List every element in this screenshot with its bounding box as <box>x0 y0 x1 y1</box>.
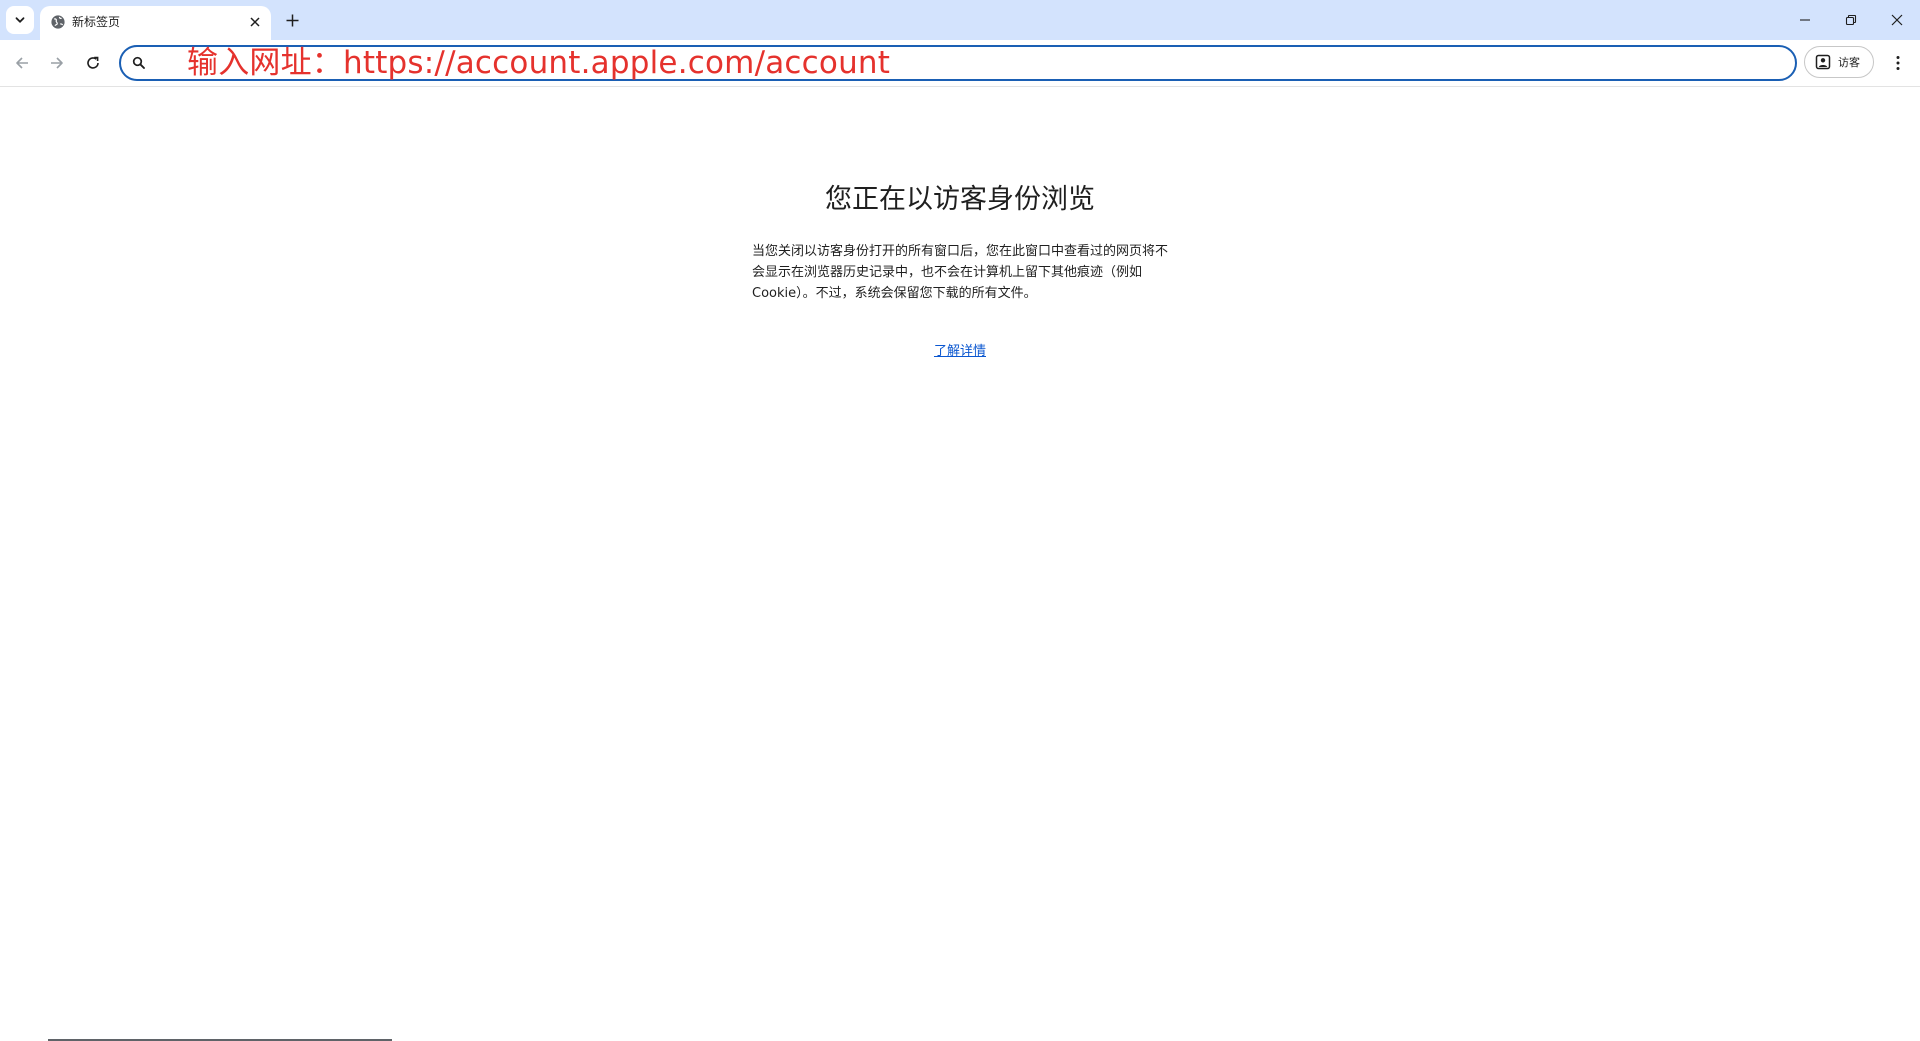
toolbar: 输入网址：https://account.apple.com/account 访… <box>0 40 1920 87</box>
search-icon <box>132 56 145 69</box>
guest-profile-button[interactable]: 访客 <box>1804 46 1874 78</box>
tab-search-button[interactable] <box>6 6 34 34</box>
guest-label: 访客 <box>1838 56 1860 69</box>
address-input[interactable]: 输入网址：https://account.apple.com/account <box>187 47 1767 79</box>
more-vert-icon <box>1896 56 1900 70</box>
restore-button[interactable] <box>1828 0 1874 40</box>
close-icon <box>250 17 260 27</box>
browser-menu-button[interactable] <box>1884 49 1912 77</box>
tab-strip: 新标签页 <box>0 0 1920 40</box>
page-title: 您正在以访客身份浏览 <box>825 184 1095 215</box>
reload-button[interactable] <box>79 49 107 77</box>
back-arrow-icon <box>16 57 28 69</box>
close-icon <box>1891 14 1903 26</box>
back-button[interactable] <box>8 49 36 77</box>
chevron-down-icon <box>15 17 25 23</box>
tab-close-button[interactable] <box>247 14 263 30</box>
learn-more-link[interactable]: 了解详情 <box>934 344 986 359</box>
tab-title: 新标签页 <box>72 15 121 29</box>
plus-icon <box>286 14 298 26</box>
learn-more-container: 了解详情 <box>0 342 1920 362</box>
minimize-icon <box>1800 19 1810 21</box>
guest-mode-description: 当您关闭以访客身份打开的所有窗口后，您在此窗口中查看过的网页将不会显示在浏览器历… <box>752 244 1169 301</box>
new-tab-button[interactable] <box>280 8 304 32</box>
globe-icon <box>51 15 65 29</box>
forward-arrow-icon <box>51 57 63 69</box>
address-bar[interactable]: 输入网址：https://account.apple.com/account <box>119 45 1797 81</box>
minimize-button[interactable] <box>1782 0 1828 40</box>
restore-icon <box>1845 14 1857 26</box>
close-window-button[interactable] <box>1874 0 1920 40</box>
tab-new-tab[interactable]: 新标签页 <box>40 6 271 40</box>
guest-profile-icon <box>1815 54 1831 70</box>
reload-icon <box>87 56 99 69</box>
forward-button[interactable] <box>43 49 71 77</box>
